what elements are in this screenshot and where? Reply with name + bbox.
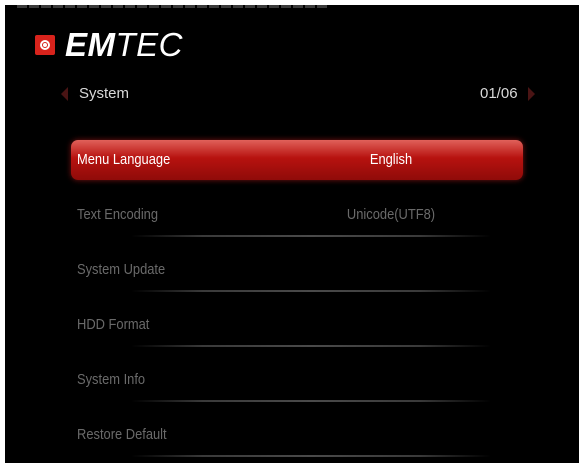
menu-item-restore-default[interactable]: Restore Default — [71, 415, 523, 457]
row-divider — [131, 400, 491, 402]
menu-item-label: System Info — [77, 371, 146, 388]
menu-item-system-info[interactable]: System Info — [71, 360, 523, 402]
menu-item-label: Text Encoding — [77, 206, 159, 223]
menu-item-value: Unicode(UTF8) — [346, 206, 436, 223]
menu-item-text-encoding[interactable]: Text Encoding Unicode(UTF8) — [71, 195, 523, 237]
row-divider — [131, 345, 491, 347]
row-divider — [131, 290, 491, 292]
menu-item-hdd-format[interactable]: HDD Format — [71, 305, 523, 347]
row-divider — [131, 235, 491, 237]
row-divider — [131, 455, 491, 457]
section-title: System — [79, 85, 130, 102]
screen: EMTEC System 01/06 Menu Language English… — [5, 5, 579, 463]
brand-logo: EMTEC — [35, 26, 183, 63]
menu-item-value: English — [369, 151, 413, 168]
menu-item-label: System Update — [77, 261, 166, 278]
menu-item-label: HDD Format — [77, 316, 150, 333]
menu-item-menu-language[interactable]: Menu Language English — [71, 140, 523, 180]
page-counter: 01/06 — [480, 85, 518, 102]
chevron-right-icon[interactable] — [528, 87, 535, 101]
chevron-left-icon[interactable] — [61, 87, 68, 101]
emtec-logo-icon — [35, 35, 55, 55]
menu-item-label: Menu Language — [77, 151, 171, 168]
menu-item-label: Restore Default — [77, 426, 167, 443]
top-strip — [17, 5, 327, 8]
menu-item-system-update[interactable]: System Update — [71, 250, 523, 292]
brand-name: EMTEC — [65, 26, 183, 63]
